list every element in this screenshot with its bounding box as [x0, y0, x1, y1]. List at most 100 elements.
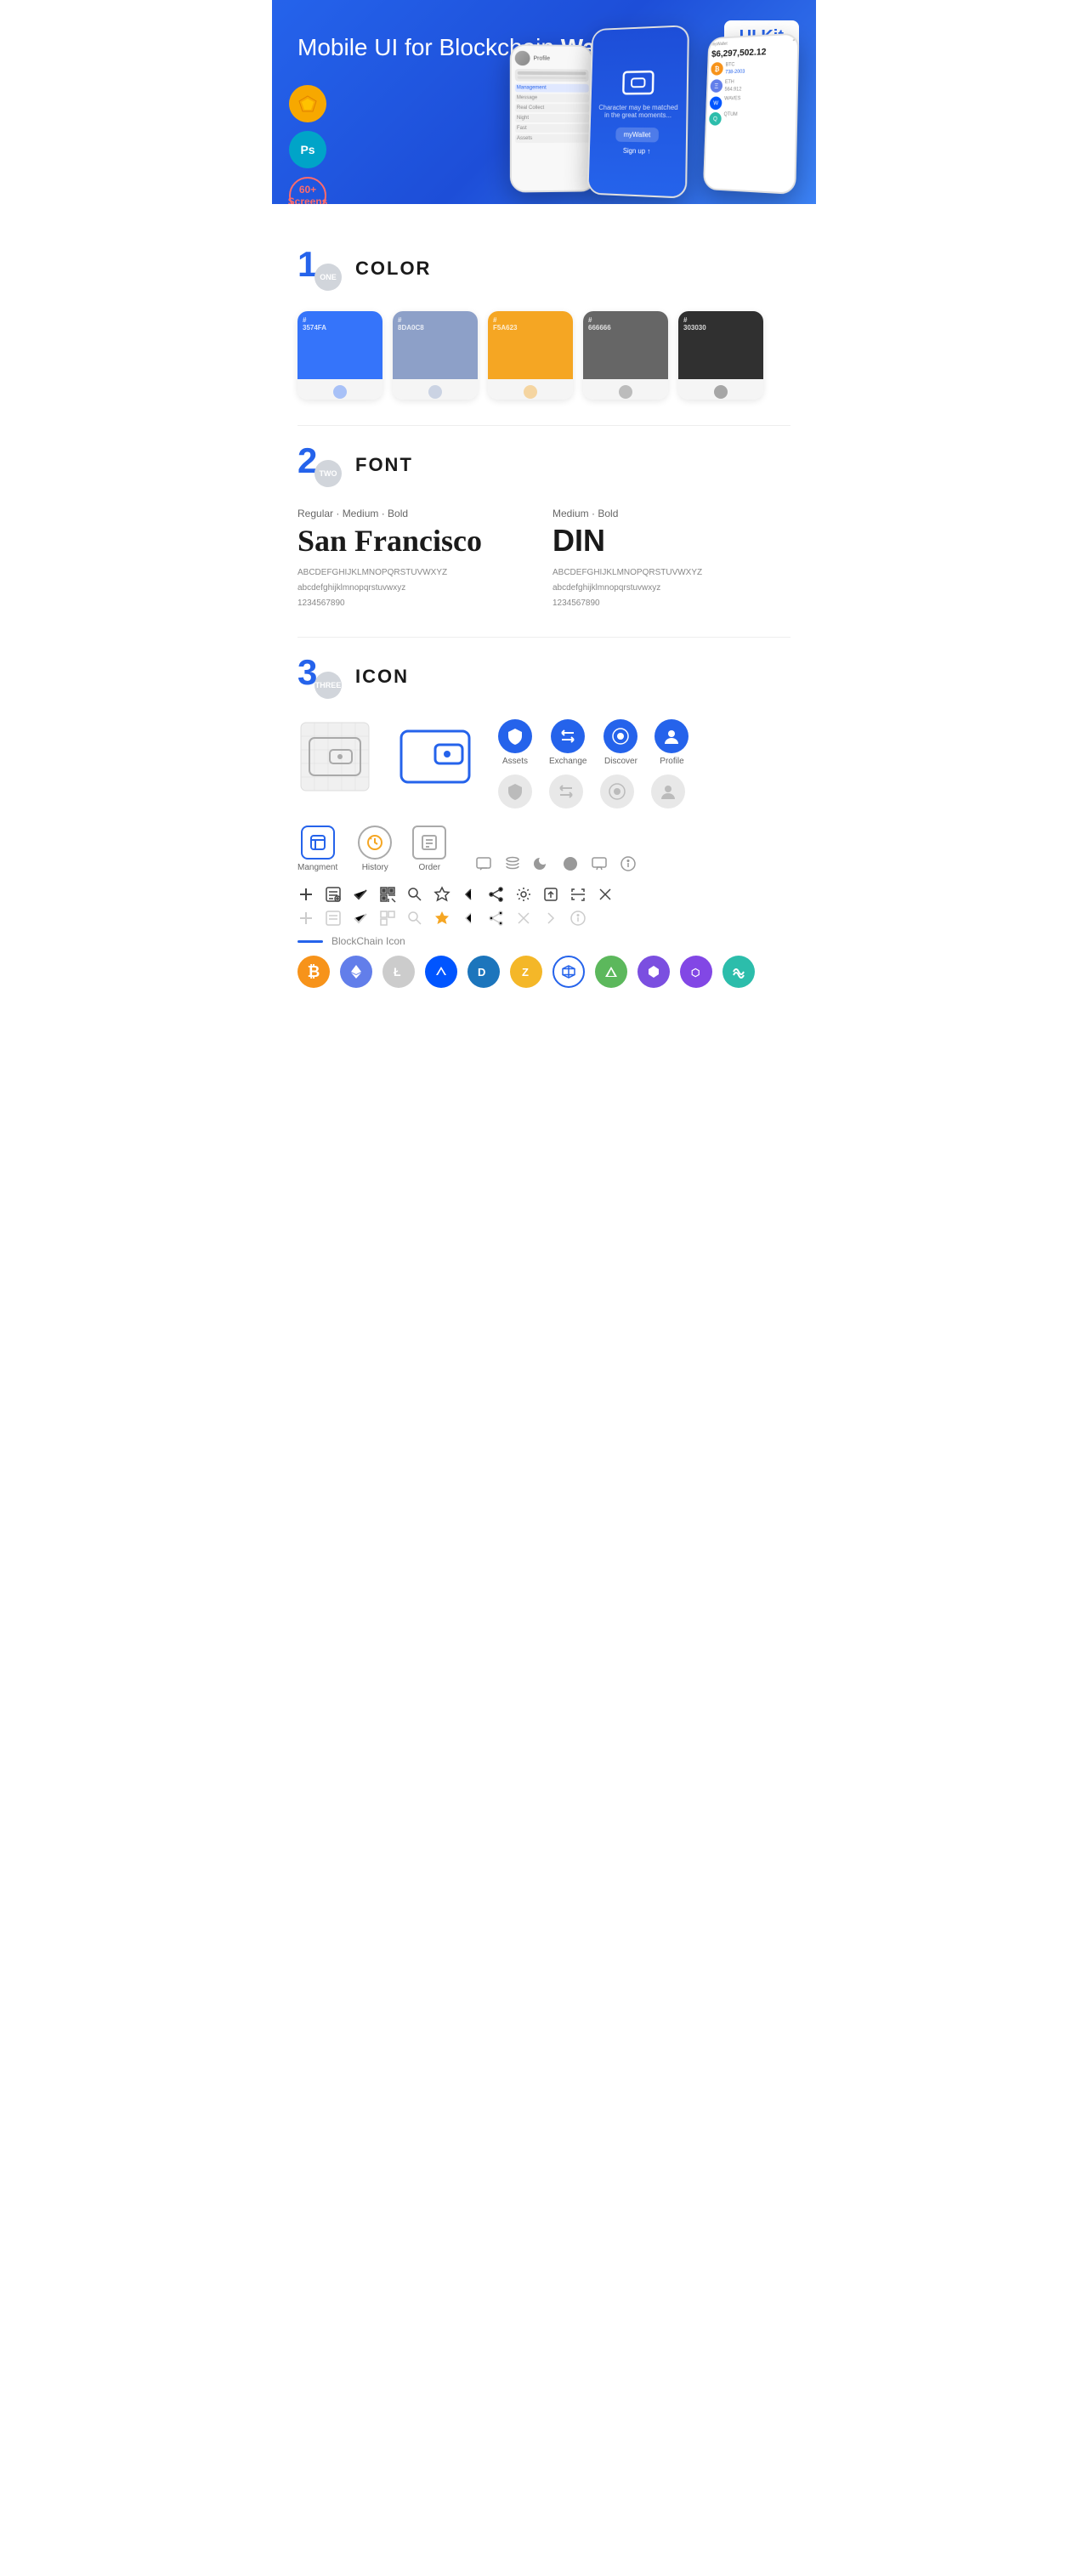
close-icon [597, 886, 614, 903]
assets-icon [498, 719, 532, 753]
grid-coin-icon [552, 956, 585, 988]
section-number-3: 3 THREE [298, 655, 342, 699]
icon-section-header: 3 THREE ICON [298, 655, 790, 699]
font-sf: Regular · Medium · Bold San Francisco AB… [298, 508, 536, 611]
moon-icon [533, 855, 550, 872]
plus-icon-grey [298, 910, 314, 927]
zcash-icon: Z [510, 956, 542, 988]
hero-section: Mobile UI for Blockchain Wallet UI Kit P… [272, 0, 816, 204]
color-section-header: 1 ONE COLOR [298, 247, 790, 291]
search-icon [406, 886, 423, 903]
sketch-badge [289, 85, 326, 122]
list-edit-icon [325, 886, 342, 903]
utility-icons-row-1 [298, 886, 790, 903]
exchange-icon-item: Exchange [549, 719, 586, 766]
back-icon-grey [461, 910, 478, 927]
star-icon [434, 886, 450, 903]
share-icon-grey [488, 910, 505, 927]
order-label: Order [418, 863, 440, 872]
scan-icon [570, 886, 586, 903]
teal-coin-icon [722, 956, 755, 988]
search-icon-grey [406, 910, 423, 927]
management-label: Mangment [298, 863, 337, 872]
hero-badges: Ps 60+Screens [289, 85, 326, 204]
profile-icon-grey [651, 775, 685, 809]
swatch-dark: #303030 [678, 311, 763, 400]
order-icon-item: Order [412, 826, 446, 872]
plus-icon [298, 886, 314, 903]
bitcoin-icon: ₿ [298, 956, 330, 988]
info-icon-grey [570, 910, 586, 927]
assets-icon-grey [498, 775, 532, 809]
font-section-header: 2 TWO FONT [298, 443, 790, 487]
font-din: Medium · Bold DIN ABCDEFGHIJKLMNOPQRSTUV… [552, 508, 790, 611]
svg-text:Z: Z [522, 966, 529, 979]
ethereum-icon [340, 956, 372, 988]
icon-title: ICON [355, 666, 409, 688]
bottom-icons-row: Mangment History [298, 826, 790, 872]
star-icon-orange [434, 910, 450, 927]
upload-icon [542, 886, 559, 903]
utility-icons-row-2 [298, 910, 790, 927]
crypto-coins-row: ₿ Ł D Z [298, 956, 790, 988]
info-icon [620, 855, 637, 872]
swatch-blue: #3574FA [298, 311, 382, 400]
ps-badge: Ps [289, 131, 326, 168]
misc-icons [475, 855, 637, 872]
history-label: History [362, 863, 388, 872]
share-icon [488, 886, 505, 903]
phone-right: myWallet + $6,297,502.12 ₿ BTC738-2003 Ξ… [703, 32, 800, 195]
section-number-1: 1 ONE [298, 247, 342, 291]
management-icon [301, 826, 335, 860]
exchange-icon [551, 719, 585, 753]
nav-icons-filled: Assets Exchange [498, 719, 790, 766]
font-title: FONT [355, 454, 413, 476]
exchange-icon-grey [549, 775, 583, 809]
right-arrow-grey [542, 910, 559, 927]
discover-label: Discover [604, 757, 638, 766]
list-icon-grey [325, 910, 342, 927]
section-number-2: 2 TWO [298, 443, 342, 487]
assets-icon-item: Assets [498, 719, 532, 766]
phone-left: Profile Management Message Real Collect … [510, 44, 597, 193]
screens-badge: 60+Screens [289, 177, 326, 204]
profile-label: Profile [660, 757, 683, 766]
assets-label: Assets [502, 757, 528, 766]
profile-icon-item: Profile [654, 719, 688, 766]
x-icon-grey [515, 910, 532, 927]
history-icon-item: History [358, 826, 392, 872]
qr-icon-grey [379, 910, 396, 927]
gear-icon [515, 886, 532, 903]
check-icon-grey [352, 910, 369, 927]
wallet-icon-wireframe [298, 719, 372, 794]
phone-mockups: Profile Management Message Real Collect … [493, 17, 808, 204]
swatch-grey-blue: #8DA0C8 [393, 311, 478, 400]
font-grid: Regular · Medium · Bold San Francisco AB… [298, 508, 790, 611]
swatch-orange: #F5A623 [488, 311, 573, 400]
waves-icon [425, 956, 457, 988]
phone-center: Character may be matched in the great mo… [586, 25, 688, 199]
polygon-icon: ⬡ [680, 956, 712, 988]
order-icon [412, 826, 446, 860]
swatch-grey: #666666 [583, 311, 668, 400]
speech-icon [591, 855, 608, 872]
svg-text:D: D [478, 966, 485, 979]
blockchain-divider: BlockChain Icon [298, 935, 790, 947]
check-icon [352, 886, 369, 903]
green-coin-icon [595, 956, 627, 988]
back-icon [461, 886, 478, 903]
discover-icon-grey [600, 775, 634, 809]
qr-icon [379, 886, 396, 903]
misc-row-1 [475, 855, 637, 872]
litecoin-icon: Ł [382, 956, 415, 988]
discover-icon-item: Discover [604, 719, 638, 766]
svg-text:⬡: ⬡ [691, 967, 700, 979]
purple-coin-icon [638, 956, 670, 988]
dash-icon: D [468, 956, 500, 988]
color-swatches: #3574FA #8DA0C8 #F5A623 #666666 #303030 [298, 311, 790, 400]
svg-text:Ł: Ł [394, 965, 401, 979]
circle-icon [562, 855, 579, 872]
wallet-icon-row: Assets Exchange [298, 719, 790, 809]
layers-icon [504, 855, 521, 872]
nav-icons-grey [498, 775, 790, 809]
